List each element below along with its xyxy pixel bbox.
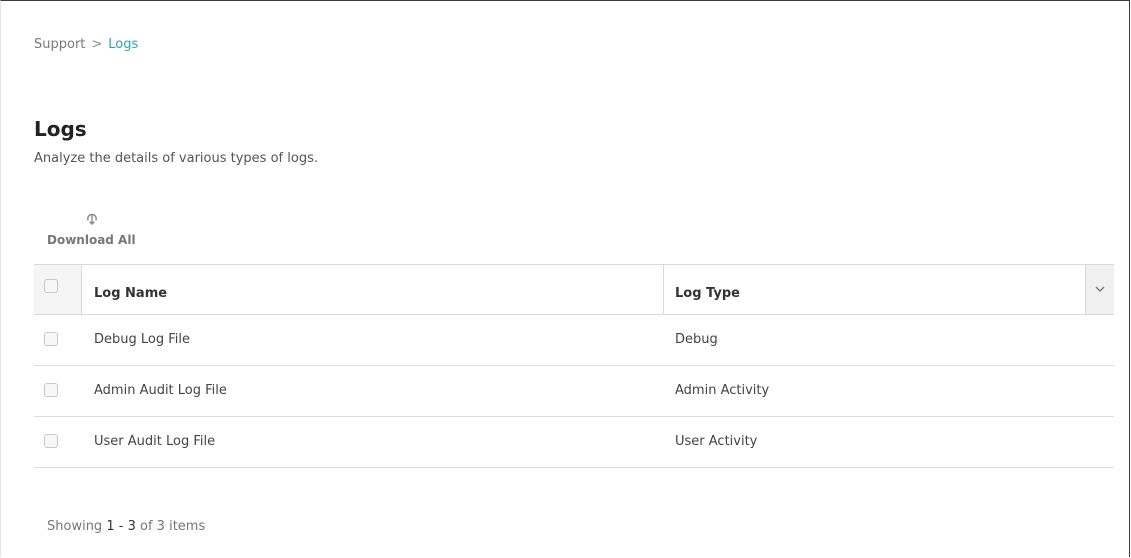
download-all-label: Download All: [47, 233, 136, 247]
log-type-cell: Debug: [675, 332, 718, 347]
column-header-label: Log Type: [675, 286, 740, 301]
column-header-log-name[interactable]: Log Name: [82, 265, 664, 314]
breadcrumb: Support > Logs: [34, 37, 138, 52]
grid-header: Log Name Log Type: [34, 264, 1114, 315]
column-header-label: Log Name: [94, 286, 168, 301]
row-checkbox[interactable]: [44, 383, 58, 397]
row-checkbox[interactable]: [44, 332, 58, 346]
page-title: Logs: [34, 117, 87, 141]
chevron-down-icon: [1095, 286, 1105, 292]
pagination-total: of 3 items: [140, 519, 206, 534]
pagination-range-end: 3: [127, 519, 136, 534]
breadcrumb-parent[interactable]: Support: [34, 37, 85, 52]
header-checkbox-cell: [34, 265, 82, 314]
table-row[interactable]: Admin Audit Log File Admin Activity: [34, 366, 1114, 417]
log-type-cell: Admin Activity: [675, 383, 770, 398]
select-all-checkbox[interactable]: [44, 279, 58, 293]
pagination-range-dash: -: [118, 519, 124, 534]
pagination-prefix: Showing: [47, 519, 103, 534]
download-icon: [87, 213, 97, 225]
log-name-cell: Debug Log File: [94, 332, 190, 347]
page-subtitle: Analyze the details of various types of …: [34, 151, 318, 166]
table-row[interactable]: User Audit Log File User Activity: [34, 417, 1114, 468]
pagination-summary: Showing 1 - 3 of 3 items: [47, 519, 205, 534]
log-type-cell: User Activity: [675, 434, 758, 449]
log-name-cell: Admin Audit Log File: [94, 383, 227, 398]
pagination-range-start: 1: [106, 519, 115, 534]
log-name-cell: User Audit Log File: [94, 434, 216, 449]
row-checkbox[interactable]: [44, 434, 58, 448]
column-menu-button[interactable]: [1086, 265, 1114, 314]
breadcrumb-separator: >: [91, 37, 103, 52]
breadcrumb-current[interactable]: Logs: [108, 37, 138, 52]
table-row[interactable]: Debug Log File Debug: [34, 315, 1114, 366]
download-all-button[interactable]: Download All: [47, 208, 157, 250]
column-header-log-type[interactable]: Log Type: [664, 265, 1086, 314]
logs-grid: Log Name Log Type Debug Log File Debug A…: [34, 264, 1114, 468]
